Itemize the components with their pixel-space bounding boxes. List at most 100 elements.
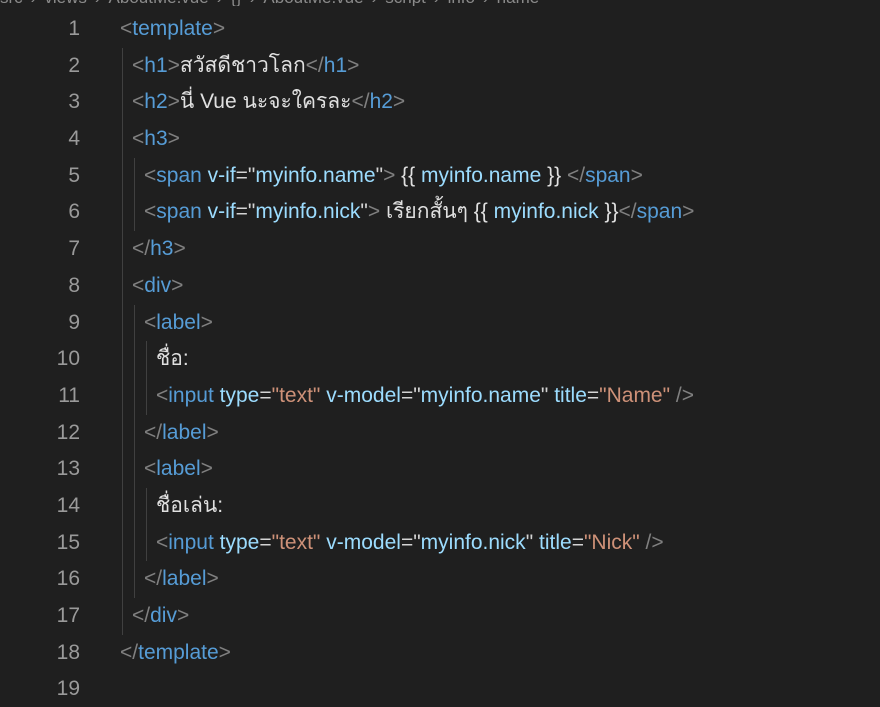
code-editor[interactable]: src › views › AboutMe.vue › {} › AboutMe.vue › scr… xyxy=(0,0,880,707)
code-content: <label> xyxy=(144,305,213,342)
code-content: ชื่อเล่น: xyxy=(156,488,223,525)
code-token: {{ xyxy=(395,163,422,187)
code-line[interactable]: 16 </label> xyxy=(0,561,880,598)
code-content: </label> xyxy=(144,415,219,452)
code-token: title xyxy=(554,383,587,407)
indent-guide xyxy=(122,84,123,122)
code-token: > xyxy=(167,127,180,151)
indent-guide xyxy=(122,231,123,268)
code-line[interactable]: 12 </label> xyxy=(0,414,880,452)
code-token: > xyxy=(347,53,360,77)
code-line[interactable]: 13 <label> xyxy=(0,451,880,488)
code-token: = xyxy=(571,530,584,554)
code-token: </ xyxy=(132,237,151,261)
code-line[interactable]: 5 <span v-if="myinfo.name"> {{ myinfo.nam… xyxy=(0,157,880,195)
code-line[interactable]: 14 ชื่อเล่น: xyxy=(0,487,880,525)
indent-guide xyxy=(122,414,123,452)
indent-guide xyxy=(134,561,135,598)
code-token: > xyxy=(682,200,695,224)
code-token: myinfo.nick xyxy=(493,200,599,224)
line-number: 4 xyxy=(68,127,80,151)
code-line[interactable]: 9 <label> xyxy=(0,304,880,342)
code-token: > xyxy=(392,90,406,114)
line-number: 5 xyxy=(68,163,80,187)
code-line[interactable]: 10 ชื่อ: xyxy=(0,341,880,378)
indent-guide xyxy=(134,341,135,378)
line-number: 9 xyxy=(68,310,80,334)
code-token: </ xyxy=(566,163,586,187)
code-token: > xyxy=(630,163,643,187)
code-token: template xyxy=(132,17,213,40)
line-number: 18 xyxy=(56,640,80,664)
code-line[interactable]: 7 </h3> xyxy=(0,231,880,268)
indent-guide xyxy=(146,377,147,415)
code-token: div xyxy=(144,273,172,297)
line-number: 15 xyxy=(56,530,80,554)
code-token: myinfo.nick xyxy=(255,200,361,224)
breadcrumb-item[interactable]: src xyxy=(0,0,23,6)
code-line[interactable]: 17 </div> xyxy=(0,598,880,635)
line-number: 2 xyxy=(68,53,80,77)
code-token: เรียกสั้นๆ {{ xyxy=(380,200,494,224)
code-token: </ xyxy=(120,640,139,664)
code-token: v-if xyxy=(207,163,236,187)
code-content: <input type="text" v-model="myinfo.nick"… xyxy=(156,525,664,562)
code-token: }} xyxy=(598,200,619,224)
code-line[interactable]: 1 <template> xyxy=(0,11,880,48)
breadcrumb-item[interactable]: info xyxy=(448,0,475,6)
code-token: h1 xyxy=(144,53,168,77)
code-line[interactable]: 19 xyxy=(0,671,880,707)
line-number: 3 xyxy=(68,90,80,114)
code-token: < xyxy=(132,273,145,297)
code-line[interactable]: 4 <h3> xyxy=(0,121,880,158)
code-token: สวัสดีชาวโลก xyxy=(179,53,306,77)
code-token: " xyxy=(375,163,384,187)
code-line[interactable]: 8 <div> xyxy=(0,267,880,305)
indent-guide xyxy=(134,377,135,415)
code-content: </h3> xyxy=(132,231,186,268)
code-token: myinfo.nick xyxy=(420,530,526,554)
indent-guide xyxy=(122,47,123,85)
code-token: > xyxy=(206,567,219,591)
code-token: > xyxy=(167,90,180,114)
breadcrumb-item[interactable]: name xyxy=(497,0,540,6)
code-token: label xyxy=(162,567,207,591)
code-token: myinfo.name xyxy=(420,383,541,407)
indent-guide xyxy=(122,157,123,195)
indent-guide xyxy=(122,561,123,598)
indent-guide xyxy=(134,487,135,525)
code-token: > xyxy=(218,640,231,664)
indent-guide xyxy=(122,304,123,342)
code-token: </ xyxy=(351,90,370,114)
indent-guide xyxy=(122,341,123,378)
code-line[interactable]: 18 </template> xyxy=(0,635,880,672)
code-token: span xyxy=(585,163,631,187)
breadcrumb-item[interactable]: views xyxy=(44,0,87,6)
code-line[interactable]: 2 <h1>สวัสดีชาวโลก</h1> xyxy=(0,47,880,85)
breadcrumb-item[interactable]: AboutMe.vue xyxy=(263,0,363,6)
code-line[interactable]: 3 <h2>นี่ Vue นะจะใครละ</h2> xyxy=(0,84,880,122)
editor-lines[interactable]: 1 <template> 2 <h1>สวัสดีชาวโลก</h1> 3 <h2>นี… xyxy=(0,11,880,707)
code-token: type xyxy=(219,530,260,554)
code-line[interactable]: 15 <input type="text" v-model="myinfo.nic… xyxy=(0,524,880,562)
breadcrumb-item[interactable]: {} xyxy=(230,0,241,6)
code-token: type xyxy=(219,383,260,407)
line-number: 19 xyxy=(56,677,80,701)
code-line[interactable]: 11 <input type="text" v-model="myinfo.nam… xyxy=(0,377,880,415)
code-token: label xyxy=(156,457,201,481)
code-token: < xyxy=(132,53,145,77)
line-number: 1 xyxy=(68,17,80,40)
code-token: span xyxy=(636,200,683,224)
breadcrumb-item[interactable]: script xyxy=(385,0,426,6)
code-token: /> xyxy=(675,383,695,407)
indent-guide xyxy=(134,194,135,232)
code-content: </template> xyxy=(120,635,231,672)
code-token: myinfo.name xyxy=(421,163,542,187)
breadcrumb-item[interactable]: AboutMe.vue xyxy=(109,0,209,6)
indent-guide xyxy=(146,487,147,525)
indent-guide xyxy=(134,451,135,488)
code-content: </label> xyxy=(144,561,219,598)
code-token: span xyxy=(156,163,202,187)
breadcrumb-separator-icon: › xyxy=(95,0,101,6)
code-line[interactable]: 6 <span v-if="myinfo.nick"> เรียกสั้นๆ {{… xyxy=(0,194,880,232)
